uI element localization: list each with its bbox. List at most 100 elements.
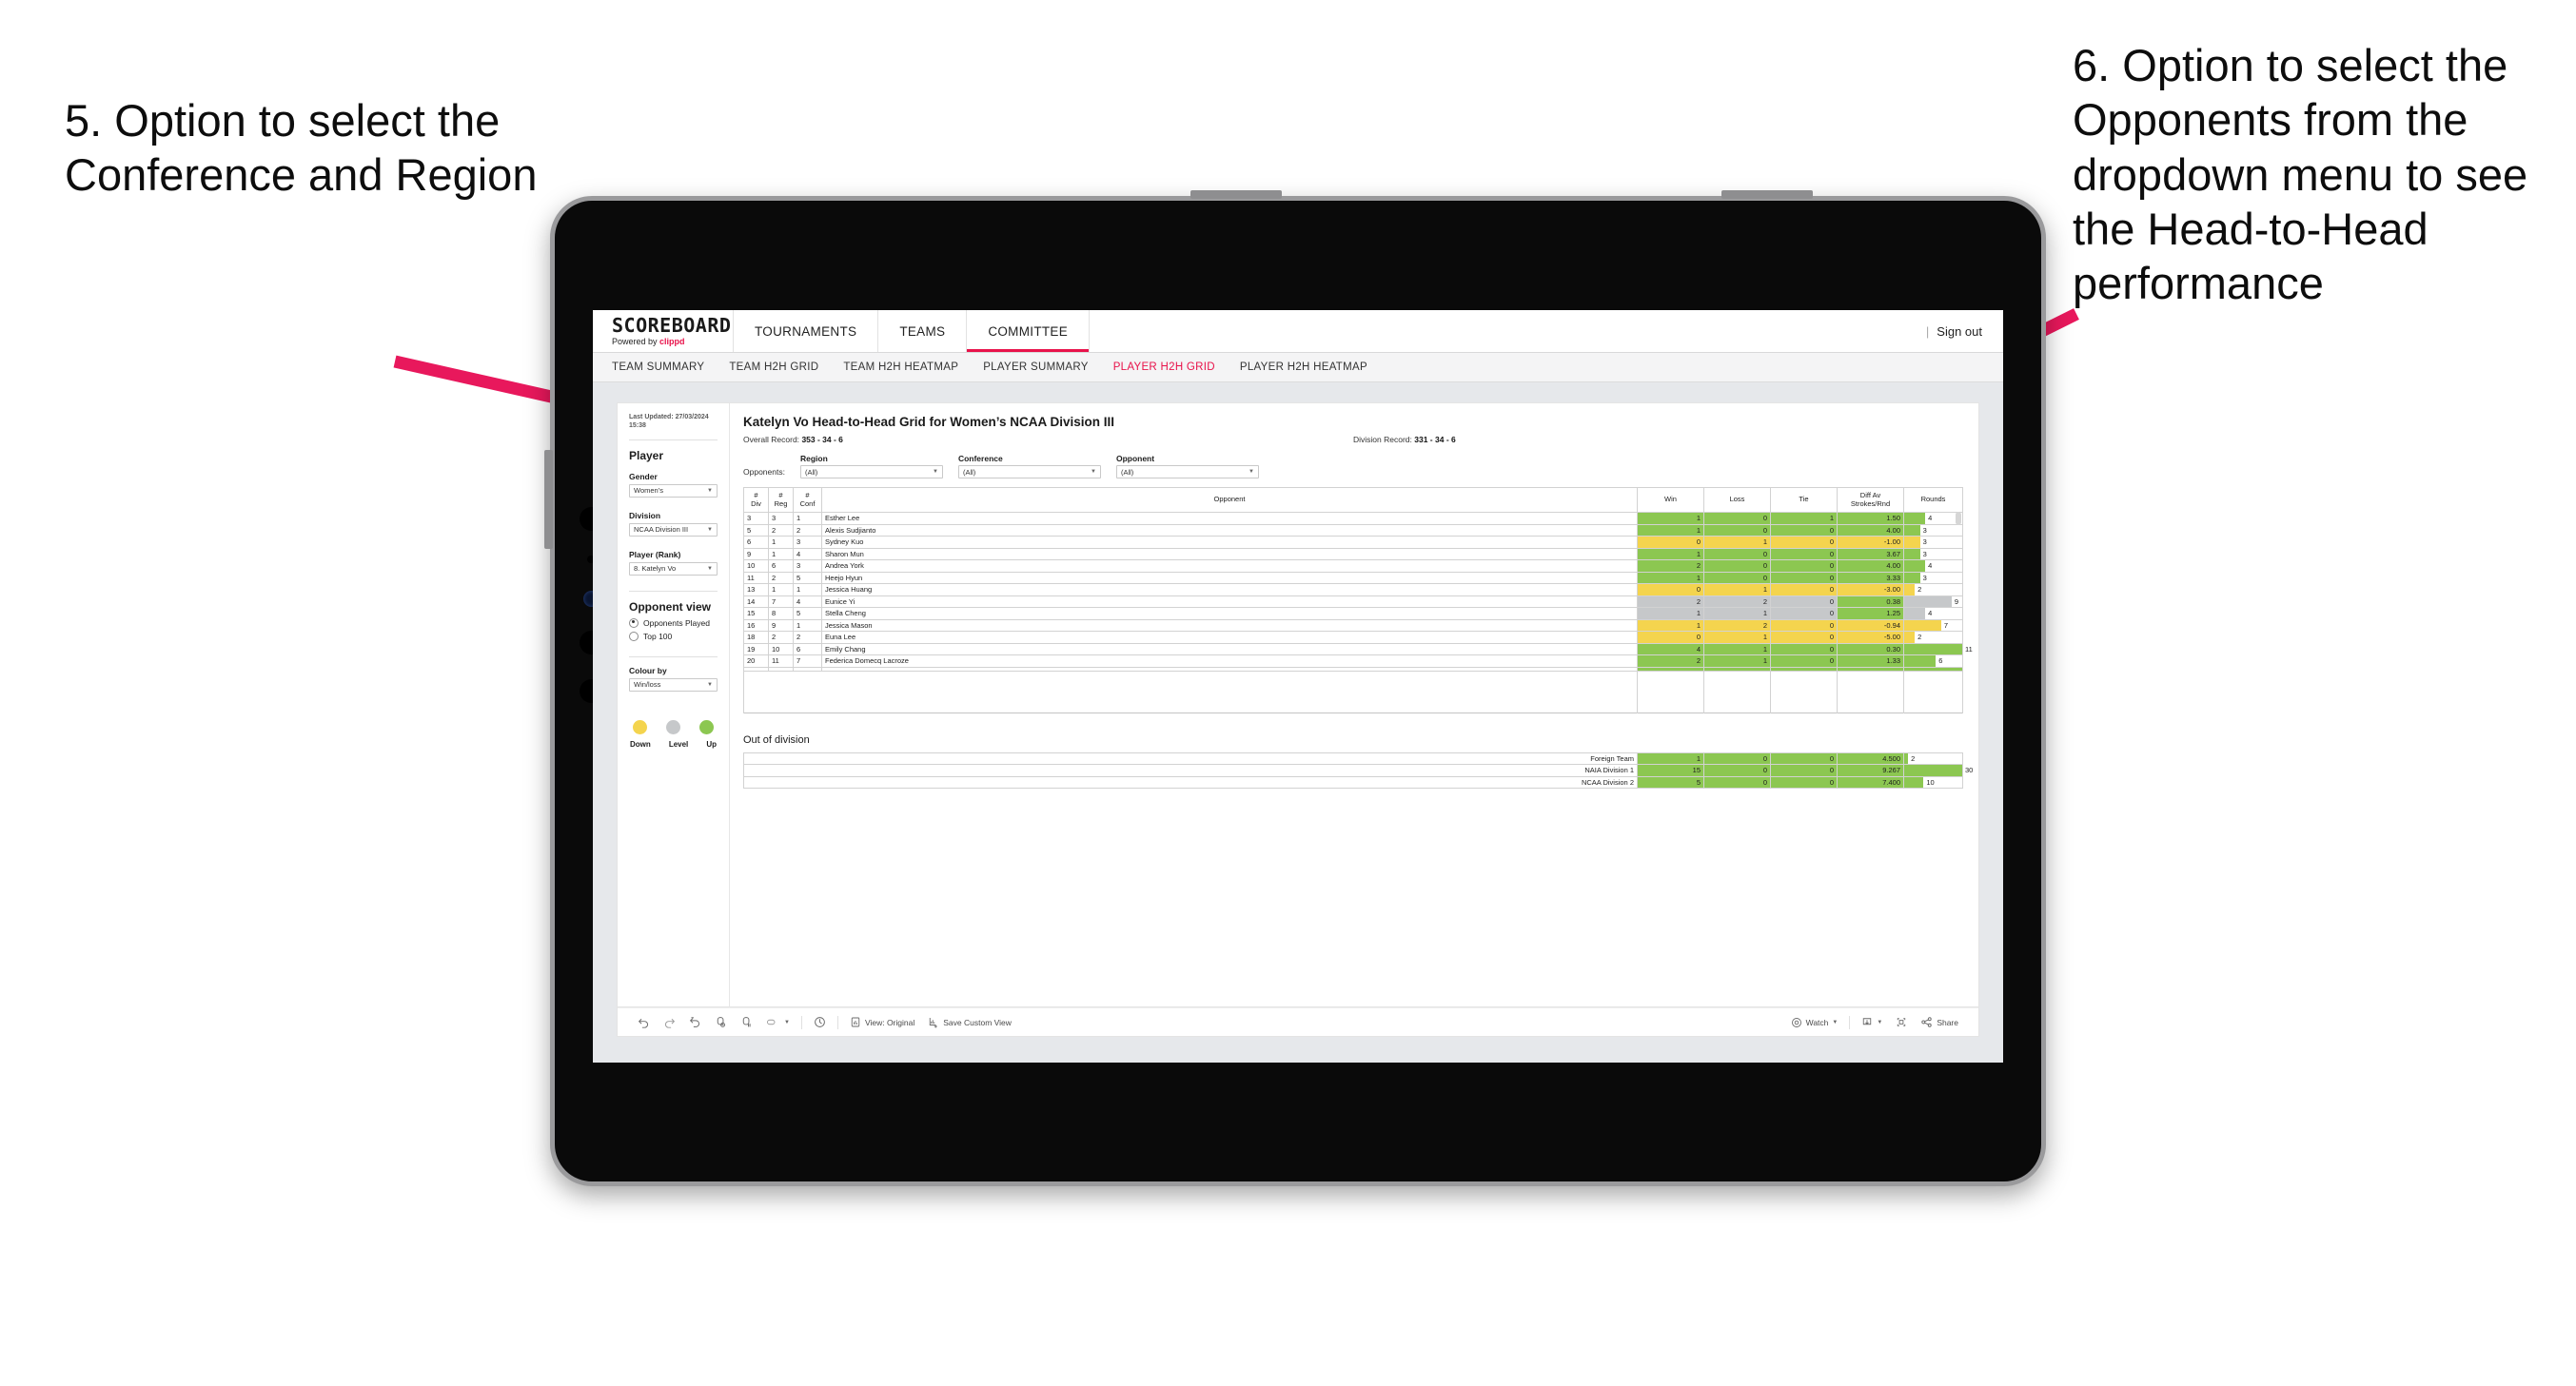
cell-win: 2 [1637, 654, 1704, 668]
grid-col-header: Diff Av Strokes/Rnd [1837, 487, 1904, 513]
cell-reg: 1 [768, 547, 794, 560]
chevron-down-icon: ▼ [707, 487, 713, 494]
region-filter-select[interactable]: (All) ▼ [799, 465, 943, 478]
cell-diff: -0.94 [1837, 618, 1904, 632]
tab-team-summary[interactable]: TEAM SUMMARY [612, 361, 704, 373]
share-label: Share [1937, 1017, 1958, 1027]
table-row[interactable]: 16 9 1 Jessica Mason 1 2 0 -0.94 7 [743, 618, 1963, 632]
cell-opponent: Alexis Sudjianto [821, 523, 1638, 537]
nav-item-committee[interactable]: COMMITTEE [967, 310, 1091, 352]
cell-reg: 2 [768, 523, 794, 537]
cell-tie: 0 [1770, 775, 1838, 789]
share-button[interactable]: Share [1914, 1016, 1965, 1028]
conference-filter-select[interactable]: (All) ▼ [957, 465, 1101, 478]
cell-win: 1 [1637, 618, 1704, 632]
save-custom-view-button[interactable]: Save Custom View [921, 1016, 1018, 1028]
colour-by-select[interactable]: Win/loss ▼ [629, 677, 718, 692]
player-rank-value: 8. Katelyn Vo [634, 564, 677, 574]
dashboard-sheet: Last Updated: 27/03/2024 15:38 Player Ge… [618, 403, 1978, 1007]
tab-team-h2h-grid[interactable]: TEAM H2H GRID [729, 361, 818, 373]
out-of-division-table: Foreign Team 1 0 0 4.500 2 NAIA Division 1 15 0 0… [743, 752, 1973, 789]
nav-item-tournaments[interactable]: TOURNAMENTS [734, 310, 879, 352]
table-row[interactable]: NAIA Division 1 15 0 0 9.267 30 [743, 764, 1973, 777]
cell-div: 14 [743, 595, 769, 608]
records-row: Overall Record: 353 - 34 - 6 Division Re… [743, 435, 1963, 444]
reset-button[interactable] [807, 1016, 833, 1028]
tab-team-h2h-heatmap[interactable]: TEAM H2H HEATMAP [843, 361, 958, 373]
tab-player-summary[interactable]: PLAYER SUMMARY [983, 361, 1089, 373]
player-rank-label: Player (Rank) [629, 549, 681, 559]
radio-opponents-played[interactable]: Opponents Played [629, 617, 718, 628]
fullscreen-button[interactable] [1889, 1016, 1914, 1028]
cell-loss: 0 [1703, 559, 1771, 573]
cell-reg: 10 [768, 642, 794, 655]
table-row[interactable]: 14 7 4 Eunice Yi 2 2 0 0.38 9 [743, 595, 1963, 608]
table-row[interactable]: 9 1 4 Sharon Mun 1 0 0 3.67 3 [743, 547, 1963, 560]
table-row[interactable]: 10 6 3 Andrea York 2 0 0 4.00 4 [743, 559, 1963, 573]
cell-div: 15 [743, 607, 769, 620]
cell-loss: 1 [1703, 631, 1771, 644]
table-row[interactable]: 18 2 2 Euna Lee 0 1 0 -5.00 2 [743, 631, 1963, 644]
cell-diff: -1.00 [1837, 536, 1904, 549]
cell-win: 1 [1637, 607, 1704, 620]
chevron-down-icon: ▼ [1249, 469, 1254, 475]
grid-col-header: # Conf [793, 487, 822, 513]
cell-win: 1 [1637, 752, 1704, 765]
cell-conf: 3 [793, 559, 822, 573]
cell-tie: 0 [1770, 654, 1838, 668]
tablet-screen: SCOREBOARD Powered by clippd TOURNAMENTS… [593, 310, 2003, 1063]
radio-unselected-icon [629, 631, 639, 641]
cell-group-label: Foreign Team [743, 752, 1638, 765]
cell-opponent: Esther Lee [821, 512, 1638, 525]
workspace: Last Updated: 27/03/2024 15:38 Player Ge… [593, 382, 2003, 1057]
sign-out-link[interactable]: Sign out [1937, 324, 1982, 339]
nav-item-teams[interactable]: TEAMS [878, 310, 968, 352]
division-select[interactable]: NCAA Division III ▼ [629, 522, 718, 537]
cell-conf: 5 [793, 571, 822, 584]
pause-button[interactable] [734, 1016, 759, 1028]
cell-tie: 0 [1770, 536, 1838, 549]
tab-player-h2h-grid[interactable]: PLAYER H2H GRID [1113, 361, 1215, 373]
gender-select[interactable]: Women’s ▼ [629, 483, 718, 498]
cell-rounds: 6 [1903, 654, 1963, 668]
radio-top-100[interactable]: Top 100 [629, 631, 718, 641]
table-row[interactable]: 3 3 1 Esther Lee 1 0 1 1.50 4 [743, 512, 1963, 525]
table-row[interactable]: 5 2 2 Alexis Sudjianto 1 0 0 4.00 3 [743, 523, 1963, 537]
division-record-value: 331 - 34 - 6 [1414, 435, 1456, 444]
cell-div: 6 [743, 536, 769, 549]
watch-button[interactable]: Watch ▼ [1784, 1017, 1845, 1028]
grid-scrollbar-thumb[interactable] [1956, 512, 1961, 525]
cell-rounds: 3 [1903, 523, 1963, 537]
tab-player-h2h-heatmap[interactable]: PLAYER H2H HEATMAP [1240, 361, 1367, 373]
division-label: Division [629, 510, 661, 520]
download-button[interactable]: ▼ [1855, 1016, 1889, 1028]
grid-scrollbar[interactable] [1956, 487, 1963, 713]
division-value: NCAA Division III [634, 525, 689, 535]
opponent-filter-select[interactable]: (All) ▼ [1115, 465, 1259, 478]
chevron-down-icon: ▼ [707, 526, 713, 533]
player-rank-select[interactable]: 8. Katelyn Vo ▼ [629, 561, 718, 576]
refresh-button[interactable] [708, 1016, 734, 1028]
cell-rounds: 30 [1903, 764, 1973, 777]
scoreboard-logo[interactable]: SCOREBOARD Powered by clippd [593, 310, 734, 352]
table-row[interactable]: NCAA Division 2 5 0 0 7.400 10 [743, 775, 1963, 789]
table-row[interactable]: 13 1 1 Jessica Huang 0 1 0 -3.00 2 [743, 583, 1963, 596]
table-row[interactable]: 11 2 5 Heejo Hyun 1 0 0 3.33 3 [743, 571, 1963, 584]
cell-win: 15 [1637, 764, 1704, 777]
table-row[interactable]: Foreign Team 1 0 0 4.500 2 [743, 752, 1963, 765]
cell-rounds: 3 [1903, 547, 1963, 560]
revert-button[interactable] [682, 1016, 708, 1028]
cell-reg: 2 [768, 631, 794, 644]
cell-div: 19 [743, 642, 769, 655]
cell-win: 1 [1637, 512, 1704, 525]
table-row[interactable]: 6 1 3 Sydney Kuo 0 1 0 -1.00 3 [743, 536, 1963, 549]
legend-dot-level [666, 719, 680, 734]
undo-button[interactable] [631, 1016, 657, 1028]
conference-filter-group: Conference (All) ▼ [957, 454, 1101, 478]
table-row[interactable]: 19 10 6 Emily Chang 4 1 0 0.30 11 [743, 642, 1973, 655]
table-row[interactable]: 20 11 7 Federica Domecq Lacroze 2 1 0 1.33 6 [743, 654, 1963, 668]
highlight-button[interactable]: ▼ [759, 1016, 796, 1028]
redo-button[interactable] [657, 1016, 682, 1028]
table-row[interactable]: 15 8 5 Stella Cheng 1 1 0 1.25 4 [743, 607, 1963, 620]
view-original-button[interactable]: View: Original [843, 1016, 921, 1028]
